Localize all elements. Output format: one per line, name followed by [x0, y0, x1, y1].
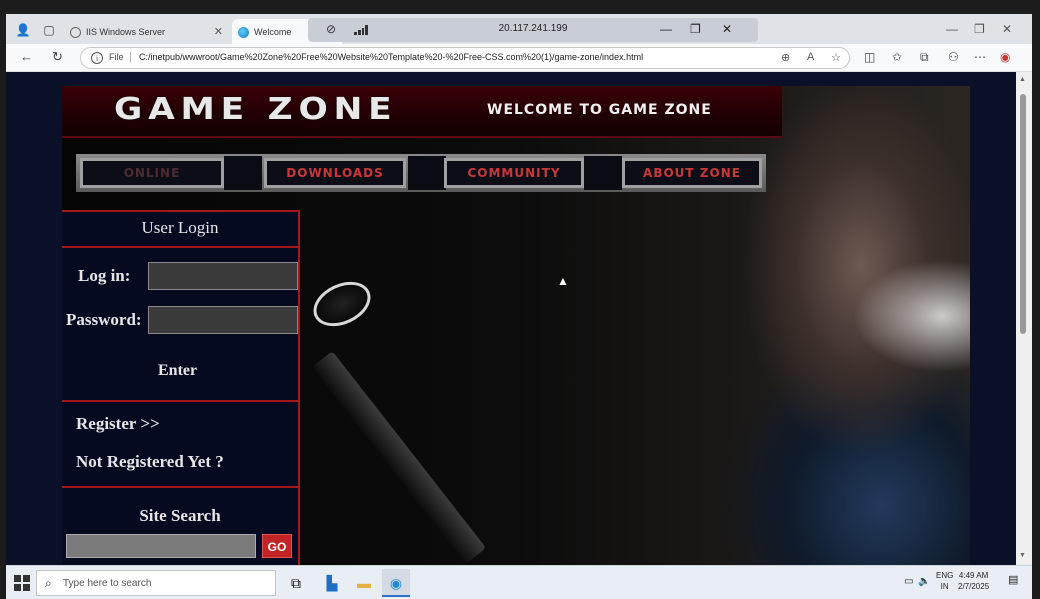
collections-icon[interactable]: ⧉ — [920, 50, 929, 65]
favorite-star-icon[interactable]: ☆ — [831, 51, 841, 64]
browser-toolbar: ← ↻ i File | C:/inetpub/wwwroot/Game%20Z… — [6, 44, 1032, 72]
refresh-icon[interactable]: ↻ — [52, 49, 63, 65]
section-divider — [62, 486, 298, 488]
url-text[interactable]: C:/inetpub/wwwroot/Game%20Zone%20Free%20… — [139, 52, 643, 62]
site-nav: ONLINE DOWNLOADS COMMUNITY ABOUT ZONE — [76, 154, 766, 192]
page-viewport: GAME ZONE WELCOME TO GAME ZONE ONLINE DO… — [6, 72, 1016, 565]
tab-iis[interactable]: IIS Windows Server ✕ — [64, 19, 229, 46]
zoom-icon[interactable]: ⊕ — [781, 51, 790, 64]
split-screen-icon[interactable]: ◫ — [864, 50, 875, 64]
edge-icon — [238, 27, 249, 38]
restore-icon[interactable]: ❐ — [690, 22, 701, 36]
login-label: Log in: — [78, 266, 131, 285]
nav-divider — [584, 156, 622, 190]
monitor-bezel: 👤 ▢ IIS Windows Server ✕ Welcome ⊘ 20.11… — [0, 0, 1040, 599]
scroll-down-icon[interactable]: ▼ — [1019, 552, 1026, 559]
nav-about-zone[interactable]: ABOUT ZONE — [622, 158, 762, 188]
site-search-title: Site Search — [139, 506, 221, 525]
volume-icon[interactable]: 🔈 — [918, 576, 930, 587]
task-view-icon[interactable]: ⧉ — [282, 569, 310, 597]
welcome-text: WELCOME TO GAME ZONE — [487, 102, 712, 118]
profile-icon[interactable]: 👤 — [14, 21, 32, 39]
taskbar-search-placeholder: Type here to search — [63, 578, 152, 589]
tab-label: Welcome — [254, 27, 292, 37]
server-manager-icon[interactable]: ▙ — [318, 569, 346, 597]
nav-online[interactable]: ONLINE — [80, 158, 224, 188]
favorites-icon[interactable]: ✩ — [892, 50, 902, 64]
language-indicator[interactable]: ENG IN — [936, 570, 953, 592]
windows-start-icon[interactable] — [14, 575, 30, 591]
site-logo[interactable]: GAME ZONE — [114, 92, 397, 127]
login-header: User Login — [62, 212, 298, 248]
lang-bottom: IN — [940, 582, 949, 591]
go-button[interactable]: GO — [262, 534, 292, 558]
game-zone-site: GAME ZONE WELCOME TO GAME ZONE ONLINE DO… — [62, 86, 970, 565]
lang-top: ENG — [936, 571, 954, 580]
scroll-up-icon[interactable]: ▲ — [1019, 76, 1026, 83]
site-search-input[interactable] — [66, 534, 256, 558]
taskbar-search-box[interactable]: ⌕ Type here to search — [36, 570, 276, 596]
scrollbar-thumb[interactable] — [1020, 94, 1026, 334]
notifications-icon[interactable]: ▤ — [1008, 575, 1018, 586]
nav-downloads[interactable]: DOWNLOADS — [264, 158, 406, 188]
minimize-icon[interactable]: — — [946, 22, 958, 36]
separator: | — [129, 51, 132, 63]
not-registered-link[interactable]: Not Registered Yet ? — [76, 452, 224, 472]
nav-divider — [224, 156, 262, 190]
nav-divider — [408, 156, 446, 190]
read-aloud-icon[interactable]: A — [807, 51, 814, 63]
site-header: GAME ZONE WELCOME TO GAME ZONE — [62, 86, 782, 138]
mouse-cursor-icon: ▲ — [557, 274, 569, 288]
nav-community[interactable]: COMMUNITY — [444, 158, 584, 188]
page-scrollbar[interactable]: ▲ ▼ — [1016, 72, 1032, 565]
copilot-icon[interactable]: ◉ — [1000, 50, 1010, 64]
extensions-icon[interactable]: ⚇ — [948, 50, 959, 64]
file-explorer-icon[interactable]: ▬ — [350, 569, 378, 597]
info-icon[interactable]: i — [91, 52, 103, 64]
address-bar[interactable]: i File | C:/inetpub/wwwroot/Game%20Zone%… — [80, 47, 850, 69]
search-icon: ⌕ — [45, 576, 52, 590]
screen: 👤 ▢ IIS Windows Server ✕ Welcome ⊘ 20.11… — [6, 14, 1032, 599]
clock-date: 2/7/2025 — [958, 582, 990, 591]
browser-tab-bar: 👤 ▢ IIS Windows Server ✕ Welcome ⊘ 20.11… — [6, 14, 1032, 48]
login-title: User Login — [141, 218, 219, 237]
network-icon[interactable]: ▭ — [904, 576, 913, 587]
sidebar-panel: User Login Log in: Password: Enter Regis… — [62, 210, 300, 565]
clock[interactable]: 4:49 AM 2/7/2025 — [958, 570, 989, 592]
close-icon[interactable]: ✕ — [214, 19, 223, 46]
more-icon[interactable]: ⋯ — [974, 50, 986, 64]
windows-taskbar: ⌕ Type here to search ⧉ ▙ ▬ ◉ ▭ 🔈 ENG IN… — [6, 565, 1032, 599]
back-icon[interactable]: ← — [20, 49, 33, 64]
globe-icon — [70, 27, 81, 38]
enter-button[interactable]: Enter — [158, 362, 197, 380]
edge-taskbar-icon[interactable]: ◉ — [382, 569, 410, 597]
register-link[interactable]: Register >> — [76, 414, 160, 434]
password-input[interactable] — [148, 306, 298, 334]
minimize-icon[interactable]: — — [660, 22, 672, 36]
restore-icon[interactable]: ❐ — [974, 22, 985, 36]
clock-time: 4:49 AM — [958, 571, 989, 580]
tab-label: IIS Windows Server — [86, 27, 166, 37]
section-divider — [62, 400, 298, 402]
close-icon[interactable]: ✕ — [722, 22, 732, 36]
rdp-connection-bar: ⊘ 20.117.241.199 — ❐ ✕ — [308, 18, 758, 42]
password-label: Password: — [66, 310, 142, 329]
close-icon[interactable]: ✕ — [1002, 22, 1012, 36]
tab-actions-icon[interactable]: ▢ — [40, 21, 58, 39]
login-input[interactable] — [148, 262, 298, 290]
file-scheme: File — [109, 52, 124, 62]
